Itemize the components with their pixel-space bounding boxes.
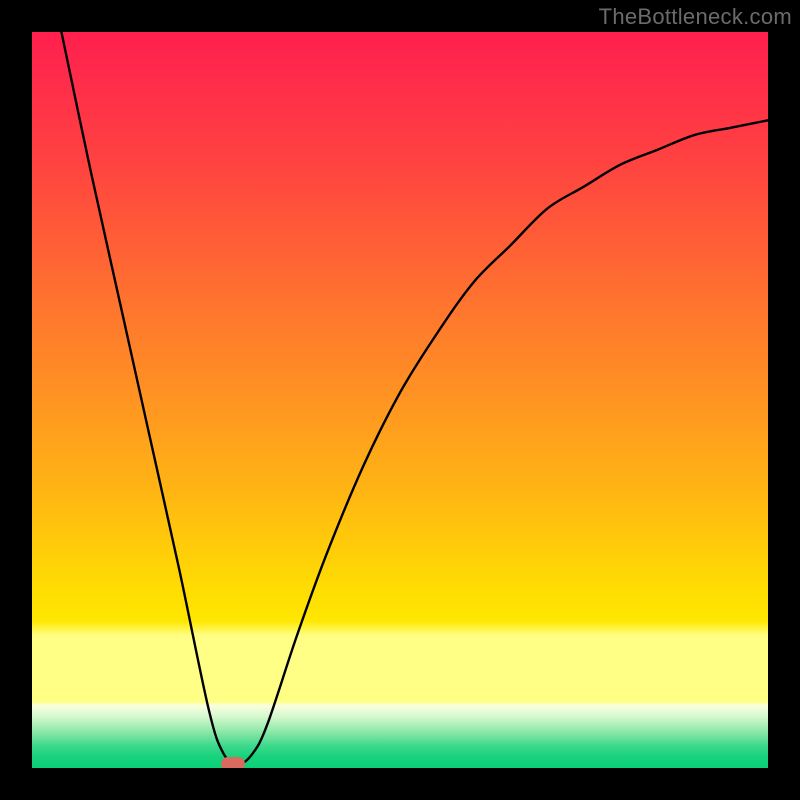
gradient-background — [32, 32, 768, 768]
chart-frame: TheBottleneck.com — [0, 0, 800, 800]
watermark-text: TheBottleneck.com — [599, 4, 792, 30]
min-marker — [221, 757, 245, 768]
plot-area — [32, 32, 768, 768]
